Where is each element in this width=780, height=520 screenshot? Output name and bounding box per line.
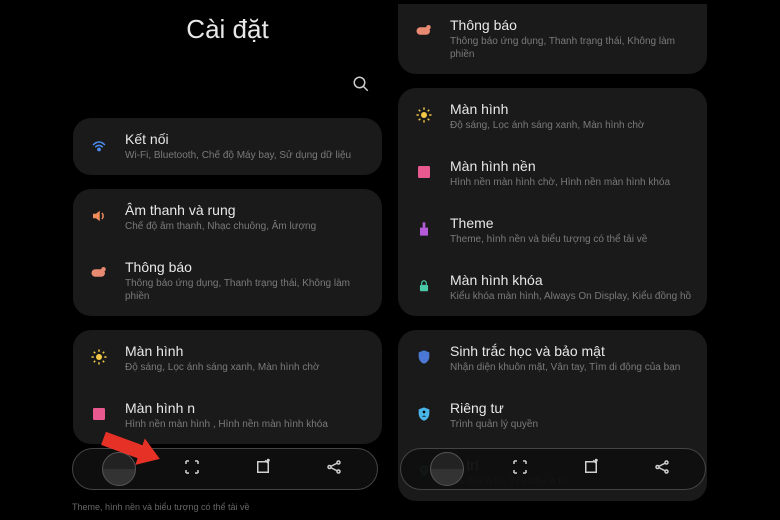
item-subtitle: Nhận diện khuôn mặt, Vân tay, Tìm di độn… xyxy=(450,361,693,374)
thumbnail-icon[interactable] xyxy=(430,452,464,486)
item-subtitle: Hình nền màn hình chờ, Hình nền màn hình… xyxy=(450,176,693,189)
settings-group: Thông báo Thông báo ứng dụng, Thanh trạn… xyxy=(398,4,707,74)
item-text: Màn hình nền Hình nền màn hình chờ, Hình… xyxy=(450,158,693,189)
item-text: Thông báo Thông báo ứng dụng, Thanh trạn… xyxy=(450,17,693,61)
item-subtitle: Kiểu khóa màn hình, Always On Display, K… xyxy=(450,290,693,303)
settings-group: Kết nối Wi-Fi, Bluetooth, Chế độ Máy bay… xyxy=(73,118,382,175)
settings-item-notifications[interactable]: Thông báo Thông báo ứng dụng, Thanh trạn… xyxy=(73,246,382,316)
settings-item-wallpaper[interactable]: Màn hình nền Hình nền màn hình chờ, Hình… xyxy=(398,145,707,202)
item-text: Sinh trắc học và bảo mật Nhận diện khuôn… xyxy=(450,343,693,374)
item-text: Màn hình n Hình nền màn hình , Hình nền … xyxy=(125,400,368,431)
edit-icon[interactable] xyxy=(576,458,606,480)
settings-item-lockscreen[interactable]: Màn hình khóa Kiểu khóa màn hình, Always… xyxy=(398,259,707,316)
item-text: Riêng tư Trình quản lý quyền xyxy=(450,400,693,431)
right-content: Thông báo Thông báo ứng dụng, Thanh trạn… xyxy=(390,0,715,515)
item-title: Thông báo xyxy=(450,17,693,33)
settings-item-privacy[interactable]: Riêng tư Trình quản lý quyền xyxy=(398,387,707,444)
item-subtitle: Độ sáng, Lọc ánh sáng xanh, Màn hình chờ xyxy=(450,119,693,132)
item-text: Thông báo Thông báo ứng dụng, Thanh trạn… xyxy=(125,259,368,303)
item-title: Âm thanh và rung xyxy=(125,202,368,218)
search-icon[interactable] xyxy=(352,75,370,98)
item-subtitle: Thông báo ứng dụng, Thanh trạng thái, Kh… xyxy=(450,35,693,61)
settings-item-wallpaper[interactable]: Màn hình n Hình nền màn hình , Hình nền … xyxy=(73,387,382,444)
settings-group: Màn hình Độ sáng, Lọc ánh sáng xanh, Màn… xyxy=(398,88,707,316)
wifi-icon xyxy=(87,133,111,157)
item-title: Màn hình xyxy=(450,101,693,117)
crop-icon[interactable] xyxy=(505,458,535,480)
item-title: Màn hình n xyxy=(125,400,368,416)
shield-icon xyxy=(412,345,436,369)
item-subtitle: Thông báo ứng dụng, Thanh trạng thái, Kh… xyxy=(125,277,368,303)
item-text: Màn hình khóa Kiểu khóa màn hình, Always… xyxy=(450,272,693,303)
theme-icon xyxy=(412,217,436,241)
crop-icon[interactable] xyxy=(177,458,207,480)
screenshot-toolbar-left xyxy=(72,448,378,490)
item-text: Âm thanh và rung Chế độ âm thanh, Nhạc c… xyxy=(125,202,368,233)
lock-icon xyxy=(412,274,436,298)
item-title: Riêng tư xyxy=(450,400,693,416)
truncated-text: Theme, hình nền và biểu tượng có thể tải… xyxy=(72,502,250,512)
item-subtitle: Wi-Fi, Bluetooth, Chế độ Máy bay, Sử dụn… xyxy=(125,149,368,162)
left-phone-screen: Cài đặt Kết nối Wi-Fi, Bluetooth, Chế độ… xyxy=(0,0,390,520)
edit-icon[interactable] xyxy=(248,458,278,480)
brightness-icon xyxy=(412,103,436,127)
settings-item-biometrics[interactable]: Sinh trắc học và bảo mật Nhận diện khuôn… xyxy=(398,330,707,387)
brightness-icon xyxy=(87,345,111,369)
thumbnail-icon[interactable] xyxy=(102,452,136,486)
item-text: Màn hình Độ sáng, Lọc ánh sáng xanh, Màn… xyxy=(450,101,693,132)
item-text: Kết nối Wi-Fi, Bluetooth, Chế độ Máy bay… xyxy=(125,131,368,162)
screenshot-toolbar-right xyxy=(400,448,706,490)
search-row xyxy=(65,75,390,118)
right-phone-screen: Thông báo Thông báo ứng dụng, Thanh trạn… xyxy=(390,0,780,520)
item-subtitle: Theme, hình nền và biểu tượng có thể tải… xyxy=(450,233,693,246)
settings-item-connections[interactable]: Kết nối Wi-Fi, Bluetooth, Chế độ Máy bay… xyxy=(73,118,382,175)
settings-group: Màn hình Độ sáng, Lọc ánh sáng xanh, Màn… xyxy=(73,330,382,444)
item-subtitle: Độ sáng, Lọc ánh sáng xanh, Màn hình chờ xyxy=(125,361,368,374)
item-title: Màn hình nền xyxy=(450,158,693,174)
notification-icon xyxy=(87,261,111,285)
item-subtitle: Chế độ âm thanh, Nhạc chuông, Âm lượng xyxy=(125,220,368,233)
settings-item-display[interactable]: Màn hình Độ sáng, Lọc ánh sáng xanh, Màn… xyxy=(398,88,707,145)
item-title: Thông báo xyxy=(125,259,368,275)
sound-icon xyxy=(87,204,111,228)
item-title: Sinh trắc học và bảo mật xyxy=(450,343,693,359)
item-title: Kết nối xyxy=(125,131,368,147)
left-content: Kết nối Wi-Fi, Bluetooth, Chế độ Máy bay… xyxy=(65,118,390,458)
notification-icon xyxy=(412,19,436,43)
item-text: Màn hình Độ sáng, Lọc ánh sáng xanh, Màn… xyxy=(125,343,368,374)
share-icon[interactable] xyxy=(319,458,349,480)
item-title: Theme xyxy=(450,215,693,231)
item-title: Màn hình khóa xyxy=(450,272,693,288)
share-icon[interactable] xyxy=(647,458,677,480)
item-text: Theme Theme, hình nền và biểu tượng có t… xyxy=(450,215,693,246)
item-subtitle: Trình quản lý quyền xyxy=(450,418,693,431)
item-subtitle: Hình nền màn hình , Hình nền màn hình kh… xyxy=(125,418,368,431)
item-title: Màn hình xyxy=(125,343,368,359)
settings-group: Âm thanh và rung Chế độ âm thanh, Nhạc c… xyxy=(73,189,382,316)
page-title: Cài đặt xyxy=(65,0,390,75)
settings-item-notifications[interactable]: Thông báo Thông báo ứng dụng, Thanh trạn… xyxy=(398,4,707,74)
settings-item-sound[interactable]: Âm thanh và rung Chế độ âm thanh, Nhạc c… xyxy=(73,189,382,246)
wallpaper-icon xyxy=(87,402,111,426)
wallpaper-icon xyxy=(412,160,436,184)
privacy-icon xyxy=(412,402,436,426)
settings-item-display[interactable]: Màn hình Độ sáng, Lọc ánh sáng xanh, Màn… xyxy=(73,330,382,387)
settings-item-theme[interactable]: Theme Theme, hình nền và biểu tượng có t… xyxy=(398,202,707,259)
